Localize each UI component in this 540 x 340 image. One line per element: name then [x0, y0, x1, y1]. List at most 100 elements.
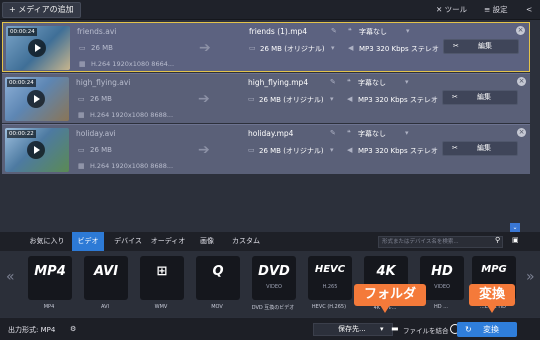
- dropdown-arrow-icon[interactable]: ▾: [405, 78, 409, 86]
- dropdown-arrow-icon[interactable]: ▾: [432, 95, 436, 103]
- folder-callout: フォルダ: [354, 284, 426, 313]
- output-file-size[interactable]: 26 MB (オリジナル): [259, 95, 324, 105]
- windows-logo-icon: ⊞: [156, 264, 168, 279]
- dropdown-arrow-icon[interactable]: ▾: [331, 44, 335, 52]
- output-file-size[interactable]: 26 MB (オリジナル): [260, 44, 325, 54]
- video-thumbnail[interactable]: 00:00:24: [5, 77, 69, 121]
- video-info-icon: ▦: [79, 60, 86, 68]
- format-avi[interactable]: AVI AVI: [78, 254, 132, 312]
- edit-button[interactable]: ✂ 編集: [443, 39, 519, 54]
- remove-file-icon[interactable]: ×: [516, 26, 525, 35]
- video-info-icon: ▦: [78, 162, 85, 170]
- dropdown-arrow-icon[interactable]: ▾: [405, 129, 409, 137]
- folder-icon[interactable]: ▬: [391, 324, 399, 333]
- arrow-right-icon: ➔: [199, 40, 211, 56]
- format-carousel: « » MP4 MP4 AVI AVI ⊞ WMV Q MOV DVD VIDEO…: [0, 251, 540, 317]
- collapse-panel-icon[interactable]: ⌄: [510, 223, 520, 232]
- dropdown-arrow-icon[interactable]: ▾: [330, 146, 334, 154]
- pencil-icon[interactable]: ✎: [330, 129, 336, 137]
- edit-button[interactable]: ✂ 編集: [442, 90, 518, 105]
- edit-button[interactable]: ✂ 編集: [442, 141, 518, 156]
- audio-dropdown[interactable]: MP3 320 Kbps ステレオ: [358, 95, 438, 105]
- subtitle-dropdown[interactable]: 字幕なし: [359, 27, 387, 37]
- source-file-name: friends.avi: [77, 27, 117, 36]
- file-icon: ▭: [78, 146, 85, 154]
- output-file-name[interactable]: friends (1).mp4: [249, 27, 307, 36]
- play-icon[interactable]: [28, 39, 46, 57]
- audio-dropdown[interactable]: MP3 320 Kbps ステレオ: [359, 44, 439, 54]
- source-file-info: H.264 1920x1080 8664...: [91, 60, 175, 68]
- hevc-logo-icon: HEVC: [314, 264, 346, 275]
- format-wmv[interactable]: ⊞ WMV: [134, 254, 188, 312]
- pencil-icon[interactable]: ✎: [331, 27, 337, 35]
- output-file-size[interactable]: 26 MB (オリジナル): [259, 146, 324, 156]
- source-file-size: 26 MB: [91, 44, 113, 52]
- 4k-logo-icon: 4K: [376, 264, 396, 279]
- output-format-label: 出力形式: MP4: [8, 326, 56, 334]
- output-file-name[interactable]: high_flying.mp4: [248, 78, 308, 87]
- dropdown-arrow-icon[interactable]: ▾: [432, 146, 436, 154]
- speaker-icon: ◀: [347, 146, 353, 154]
- arrow-right-icon: ➔: [198, 91, 210, 107]
- duration-label: 00:00:22: [7, 130, 36, 138]
- video-thumbnail[interactable]: 00:00:22: [5, 128, 69, 172]
- dropdown-arrow-icon[interactable]: ▾: [330, 95, 334, 103]
- tab-favorites[interactable]: お気に入り: [22, 232, 72, 251]
- device-detect-icon[interactable]: ▣: [512, 236, 519, 244]
- tab-images[interactable]: 画像: [190, 232, 224, 251]
- convert-label: 変換: [483, 325, 499, 334]
- file-row[interactable]: 00:00:22 holiday.avi ▭ 26 MB ▦ H.264 192…: [2, 124, 530, 174]
- dropdown-arrow-icon[interactable]: ▾: [433, 44, 437, 52]
- tab-custom[interactable]: カスタム: [226, 232, 266, 251]
- quicktime-logo-icon: Q: [212, 264, 224, 279]
- file-row[interactable]: 00:00:24 friends.avi ▭ 26 MB ▦ H.264 192…: [2, 22, 530, 72]
- subtitle-icon: ❝: [348, 27, 352, 35]
- speaker-icon: ◀: [347, 95, 353, 103]
- bottom-bar: 出力形式: MP4 ⚙ 保存先... ▾ ▬ ファイルを結合 ↻ 変換: [0, 318, 540, 340]
- convert-callout: 変換: [469, 284, 515, 313]
- file-icon: ▭: [78, 95, 85, 103]
- scroll-left-icon[interactable]: «: [6, 269, 15, 285]
- format-search-input[interactable]: 形式またはデバイス名を検索...: [378, 236, 503, 248]
- format-hevc[interactable]: HEVC H.265 HEVC (H.265): [302, 254, 356, 312]
- output-file-name[interactable]: holiday.mp4: [248, 129, 293, 138]
- hd-logo-icon: HD: [431, 264, 453, 279]
- tools-button[interactable]: ✕ ツール: [432, 2, 471, 18]
- tab-devices[interactable]: デバイス: [108, 232, 148, 251]
- add-media-button[interactable]: + メディアの追加: [2, 2, 81, 18]
- convert-button[interactable]: ↻ 変換: [457, 322, 517, 337]
- settings-button[interactable]: ≡ 設定: [480, 2, 512, 18]
- subtitle-dropdown[interactable]: 字幕なし: [358, 78, 386, 88]
- refresh-icon: ↻: [465, 325, 472, 334]
- format-dvd[interactable]: DVD VIDEO DVD 互換のビデオ: [246, 254, 300, 312]
- remove-file-icon[interactable]: ×: [517, 128, 526, 137]
- format-mp4[interactable]: MP4 MP4: [22, 254, 76, 312]
- pencil-icon[interactable]: ✎: [330, 78, 336, 86]
- tab-video[interactable]: ビデオ: [72, 232, 104, 251]
- format-mov[interactable]: Q MOV: [190, 254, 244, 312]
- play-icon[interactable]: [27, 141, 45, 159]
- subtitle-icon: ❝: [347, 78, 351, 86]
- format-label: DVD 互換のビデオ: [251, 305, 295, 311]
- file-icon: ▭: [248, 146, 255, 154]
- share-icon[interactable]: <: [522, 2, 536, 18]
- tab-audio[interactable]: オーディオ: [148, 232, 188, 251]
- subtitle-dropdown[interactable]: 字幕なし: [358, 129, 386, 139]
- scroll-right-icon[interactable]: »: [526, 269, 535, 285]
- scissors-icon: ✂: [452, 93, 458, 101]
- speaker-icon: ◀: [348, 44, 354, 52]
- dropdown-arrow-icon[interactable]: ▾: [406, 27, 410, 35]
- source-file-info: H.264 1920x1080 8688...: [90, 111, 174, 119]
- video-thumbnail[interactable]: 00:00:24: [6, 26, 70, 70]
- file-row[interactable]: 00:00:24 high_flying.avi ▭ 26 MB ▦ H.264…: [2, 73, 530, 123]
- dropdown-arrow-icon[interactable]: ▾: [380, 325, 384, 333]
- duration-label: 00:00:24: [8, 28, 37, 36]
- gear-icon[interactable]: ⚙: [70, 325, 76, 333]
- file-icon: ▭: [248, 95, 255, 103]
- format-label: HEVC (H.265): [311, 304, 347, 310]
- search-icon[interactable]: ⚲: [495, 236, 500, 244]
- remove-file-icon[interactable]: ×: [517, 77, 526, 86]
- play-icon[interactable]: [27, 90, 45, 108]
- subtitle-icon: ❝: [347, 129, 351, 137]
- audio-dropdown[interactable]: MP3 320 Kbps ステレオ: [358, 146, 438, 156]
